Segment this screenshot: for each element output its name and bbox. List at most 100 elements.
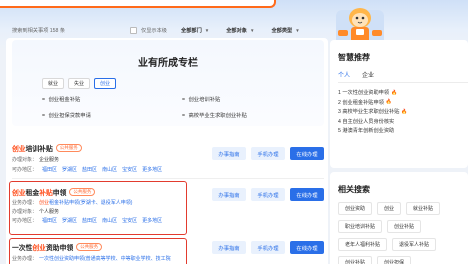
related-tag[interactable]: 创业担保	[377, 256, 412, 264]
result-card: 创业 租金 补贴 申领 公共服务 业务办理： 创业租金补贴申领(罗湖卡、退役军人申领) …	[12, 187, 324, 231]
type-dropdown-label: 全部类型	[271, 27, 293, 34]
recommend-item-label: 1 一次性创业资助申领	[338, 90, 390, 97]
topic-zone: 业有所成专栏 就业 失业 创业 创业租金补贴 创业培训补贴 创业担保贷款申请 高…	[12, 40, 324, 126]
related-search-panel: 相关搜索 创业资助 创业 就业补贴 职业培训补贴 创业补贴 老年人福利补贴 退役…	[330, 172, 468, 264]
local-only-label: 仅显示本级	[141, 27, 167, 34]
zone-link[interactable]: 创业租金补贴	[42, 95, 182, 103]
districts-label: 可办地区：	[12, 167, 38, 173]
recommend-title: 智慧推荐	[338, 53, 370, 62]
mobile-button[interactable]: 手机办理	[251, 188, 285, 201]
smart-recommend-panel: 智慧推荐 个人 企业 1 一次性创业资助申领 🔥 2 创业租金补贴申领 🔥 3 高校…	[330, 40, 468, 168]
local-only-checkbox[interactable]	[130, 26, 137, 34]
district-link[interactable]: 宝安区	[122, 167, 137, 173]
target-dropdown[interactable]: 全部对象 ▼	[226, 27, 254, 34]
related-tag[interactable]: 职业培训补贴	[338, 220, 383, 233]
card-districts: 可办地区： 福田区 罗湖区 盐田区 南山区 宝安区 更多地区	[12, 166, 162, 173]
districts-label: 可办地区：	[12, 218, 38, 224]
related-tag[interactable]: 创业	[377, 202, 402, 215]
card-title-keyword: 创业	[12, 190, 26, 197]
card-business: 业务办理： 一次性创业资助申领(普通高等学校、中等职业学校、技工院	[12, 255, 171, 262]
card-actions: 办事指南 手机办理 在线办理	[212, 147, 324, 160]
card-title-rest: 培训补贴	[25, 146, 53, 153]
target-dropdown-label: 全部对象	[226, 27, 247, 34]
related-tags: 创业资助 创业 就业补贴 职业培训补贴 创业补贴 老年人福利补贴 退役军人补贴 …	[338, 202, 468, 264]
target-label: 办理对象：	[12, 209, 38, 215]
card-target: 办理对象： 企业服务	[12, 156, 59, 163]
dept-dropdown[interactable]: 全部部门 ▼	[181, 27, 209, 34]
card-title-keyword: 创业	[12, 146, 26, 153]
district-link[interactable]: 南山区	[102, 218, 117, 224]
result-card: 创业 培训补贴 公共服务 办理对象： 企业服务 可办地区： 福田区 罗湖区 盐田区 南山区宝…	[12, 143, 324, 177]
related-tag[interactable]: 创业补贴	[338, 256, 373, 264]
card-title-rest: 申领	[52, 190, 67, 197]
recommend-item[interactable]: 2 创业租金补贴申领 🔥	[338, 98, 468, 108]
zone-link[interactable]: 高校毕业生求职创业补贴	[182, 111, 302, 119]
card-title[interactable]: 创业 租金 补贴 申领 公共服务	[12, 187, 96, 197]
online-button[interactable]: 在线办理	[290, 188, 324, 201]
card-title[interactable]: 一次性 创业 资助申领 公共服务	[12, 242, 103, 252]
online-button[interactable]: 在线办理	[290, 147, 324, 160]
zone-title: 业有所成专栏	[138, 58, 198, 69]
zone-link[interactable]: 创业培训补贴	[182, 95, 302, 103]
mobile-button[interactable]: 手机办理	[251, 241, 285, 254]
service-badge: 公共服务	[76, 243, 103, 251]
chevron-down-icon: ▼	[295, 27, 300, 33]
type-dropdown[interactable]: 全部类型 ▼	[271, 27, 299, 34]
guide-button[interactable]: 办事指南	[212, 241, 246, 254]
card-title-mid: 租金	[25, 190, 40, 197]
recommend-item-label: 3 高校毕业生求职创业补贴	[338, 109, 400, 116]
divider	[338, 82, 468, 83]
business-value[interactable]: 创业租金补贴申领(罗湖卡、退役军人申领)	[39, 200, 132, 206]
recommend-item[interactable]: 3 高校毕业生求职创业补贴 🔥	[338, 107, 468, 117]
chevron-down-icon: ▼	[204, 27, 210, 33]
district-link[interactable]: 南山区	[102, 167, 117, 173]
service-badge: 公共服务	[55, 144, 82, 152]
district-link[interactable]: 罗湖区	[62, 218, 77, 224]
business-value[interactable]: 一次性创业资助申领(普通高等学校、中等职业学校、技工院	[39, 256, 171, 262]
recommend-item-label: 4 自主创业人员身份核实	[338, 118, 395, 125]
card-title[interactable]: 创业 培训补贴 公共服务	[12, 143, 82, 153]
related-tag[interactable]: 就业补贴	[406, 202, 441, 215]
dept-dropdown-label: 全部部门	[181, 27, 202, 34]
district-link[interactable]: 福田区	[42, 167, 57, 173]
tab-unemployment[interactable]: 失业	[68, 78, 90, 89]
district-link[interactable]: 盐田区	[82, 218, 97, 224]
related-tag[interactable]: 老年人福利补贴	[338, 238, 388, 251]
recommend-item[interactable]: 4 自主创业人员身份核实	[338, 117, 468, 127]
recommend-item-label: 5 港澳青年创新创业资助	[338, 128, 395, 135]
result-count: 搜索到相关事项 158 条	[12, 27, 66, 34]
online-button[interactable]: 在线办理	[290, 241, 324, 254]
zone-tabs: 就业 失业 创业	[42, 78, 116, 89]
recommend-list: 1 一次性创业资助申领 🔥 2 创业租金补贴申领 🔥 3 高校毕业生求职创业补贴 🔥 …	[338, 88, 468, 136]
related-tag[interactable]: 创业资助	[338, 202, 373, 215]
business-rest: 租金补贴申领(罗湖卡、退役军人申领)	[49, 200, 133, 206]
more-districts-link[interactable]: 更多地区	[142, 218, 162, 224]
district-link[interactable]: 福田区	[42, 218, 57, 224]
recommend-item-label: 2 创业租金补贴申领	[338, 99, 384, 106]
search-bar[interactable]	[0, 0, 276, 8]
target-value: 企业服务	[39, 157, 60, 163]
mobile-button[interactable]: 手机办理	[251, 147, 285, 160]
recommend-item[interactable]: 5 港澳青年创新创业资助	[338, 126, 468, 136]
tab-employment[interactable]: 就业	[42, 78, 64, 89]
fire-icon: 🔥	[385, 99, 393, 106]
zone-links: 创业租金补贴 创业培训补贴 创业担保贷款申请 高校毕业生求职创业补贴	[42, 95, 302, 119]
card-actions: 办事指南 手机办理 在线办理	[212, 188, 324, 201]
target-value: 个人服务	[39, 209, 60, 215]
more-districts-link[interactable]: 更多地区	[142, 167, 162, 173]
district-link[interactable]: 盐田区	[82, 167, 97, 173]
related-tag[interactable]: 创业补贴	[387, 220, 422, 233]
card-districts: 可办地区： 福田区 罗湖区 盐田区 南山区 宝安区 更多地区	[12, 217, 162, 224]
tab-entrepreneurship[interactable]: 创业	[94, 78, 116, 89]
guide-button[interactable]: 办事指南	[212, 147, 246, 160]
guide-button[interactable]: 办事指南	[212, 188, 246, 201]
zone-link[interactable]: 创业担保贷款申请	[42, 111, 182, 119]
recommend-item[interactable]: 1 一次性创业资助申领 🔥	[338, 88, 468, 98]
business-keyword: 创业	[39, 200, 50, 206]
card-title-pre: 一次性	[12, 245, 33, 252]
district-link[interactable]: 罗湖区	[62, 167, 77, 173]
card-title-rest: 资助申领	[45, 245, 74, 252]
district-link[interactable]: 宝安区	[122, 218, 137, 224]
related-tag[interactable]: 退役军人补贴	[392, 238, 437, 251]
card-title-keyword: 补贴	[39, 190, 53, 197]
